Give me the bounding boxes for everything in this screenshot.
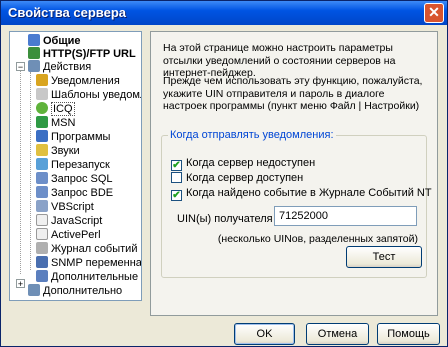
- restart-icon: [36, 158, 48, 170]
- tree-item-label: Действия: [43, 61, 92, 73]
- instructions-text: Прежде чем использовать эту функцию, пож…: [163, 75, 423, 112]
- checkbox-box[interactable]: ✔: [171, 190, 182, 201]
- actions-icon: [28, 60, 40, 72]
- event-log-icon: [36, 242, 48, 254]
- tree-item-actions[interactable]: Действия: [28, 60, 91, 74]
- tree-item-snmp[interactable]: SNMP переменна: [36, 256, 142, 270]
- tree-line: [20, 64, 21, 274]
- tree-item-url[interactable]: HTTP(S)/FTP URL: [28, 47, 136, 61]
- advanced-icon: [28, 284, 40, 296]
- general-icon: [28, 34, 40, 46]
- extra-icon: [36, 270, 48, 282]
- tree-line: [30, 72, 31, 270]
- tree-item-label: JavaScript: [51, 215, 103, 227]
- notifications-icon: [36, 74, 48, 86]
- tree-item-msn[interactable]: MSN: [36, 116, 75, 130]
- programs-icon: [36, 130, 48, 142]
- settings-tree: − + Общие HTTP(S)/FTP URL Действия Уведо…: [9, 31, 142, 301]
- tree-item-vbscript[interactable]: VBScript: [36, 200, 94, 214]
- tree-item-label: SNMP переменна: [51, 257, 142, 269]
- vbscript-icon: [36, 200, 48, 212]
- checkbox-server-down[interactable]: ✔ Когда сервер недоступен: [171, 157, 316, 171]
- tree-item-activeperl[interactable]: ActivePerl: [36, 228, 101, 242]
- tree-item-label: MSN: [51, 117, 76, 129]
- tree-item-label: Дополнительные: [51, 271, 139, 283]
- cancel-button[interactable]: Отмена: [306, 323, 369, 345]
- tree-item-label: Уведомления: [51, 75, 120, 87]
- tree-item-label: Звуки: [51, 145, 80, 157]
- checkbox-label: Когда найдено событие в Журнале Событий …: [186, 187, 432, 199]
- intro-text: На этой странице можно настроить парамет…: [163, 42, 396, 79]
- checkbox-event-log[interactable]: ✔ Когда найдено событие в Журнале Событий…: [171, 187, 432, 201]
- tree-item-notifications[interactable]: Уведомления: [36, 74, 120, 88]
- tree-item-label: Запрос SQL: [51, 173, 113, 185]
- url-icon: [28, 47, 40, 59]
- server-properties-window: Свойства сервера ✕ − + Общие HTTP(S)/FTP…: [0, 0, 448, 347]
- ok-button[interactable]: OK: [234, 323, 295, 345]
- close-button[interactable]: ✕: [424, 3, 444, 23]
- uin-label: UIN(ы) получателя: [177, 213, 273, 225]
- tree-item-label: Общие: [43, 35, 81, 47]
- help-button[interactable]: Помощь: [377, 323, 440, 345]
- title-bar[interactable]: Свойства сервера ✕: [1, 1, 447, 25]
- uin-hint: (несколько UINов, разделенных запятой): [217, 233, 418, 245]
- checkbox-label: Когда сервер доступен: [186, 172, 304, 184]
- tree-item-label: ICQ: [51, 102, 75, 116]
- actions-collapse-icon[interactable]: −: [16, 62, 25, 72]
- group-title: Когда отправлять уведомления:: [168, 129, 336, 141]
- tree-item-general[interactable]: Общие: [28, 34, 81, 48]
- snmp-icon: [36, 256, 48, 268]
- window-title: Свойства сервера: [8, 5, 127, 20]
- tree-item-label: Программы: [51, 131, 111, 143]
- tree-item-icq[interactable]: ICQ: [36, 102, 75, 116]
- tree-item-programs[interactable]: Программы: [36, 130, 110, 144]
- javascript-icon: [36, 214, 48, 226]
- tree-item-restart[interactable]: Перезапуск: [36, 158, 110, 172]
- icq-settings-panel: На этой странице можно настроить парамет…: [150, 31, 438, 316]
- tree-item-javascript[interactable]: JavaScript: [36, 214, 102, 228]
- msn-icon: [36, 116, 48, 128]
- tree-item-templates[interactable]: Шаблоны уведомл: [36, 88, 142, 102]
- tree-item-label: ActivePerl: [51, 229, 101, 241]
- checkbox-box[interactable]: ✔: [171, 160, 182, 171]
- advanced-expand-icon[interactable]: +: [16, 279, 25, 289]
- checkbox-server-up[interactable]: Когда сервер доступен: [171, 172, 303, 185]
- tree-item-advanced[interactable]: Дополнительно: [28, 284, 122, 298]
- checkbox-label: Когда сервер недоступен: [186, 157, 316, 169]
- tree-item-event-log[interactable]: Журнал событий: [36, 242, 137, 256]
- sql-icon: [36, 172, 48, 184]
- tree-item-bde[interactable]: Запрос BDE: [36, 186, 113, 200]
- templates-icon: [36, 88, 48, 100]
- uin-input[interactable]: [274, 206, 417, 226]
- tree-item-sql[interactable]: Запрос SQL: [36, 172, 113, 186]
- tree-item-label: Дополнительно: [43, 285, 123, 297]
- bde-icon: [36, 186, 48, 198]
- tree-item-label: HTTP(S)/FTP URL: [43, 48, 136, 60]
- icq-icon: [36, 102, 48, 114]
- activeperl-icon: [36, 228, 48, 240]
- tree-item-extra[interactable]: Дополнительные: [36, 270, 138, 284]
- tree-item-label: Перезапуск: [51, 159, 110, 171]
- checkbox-box[interactable]: [171, 172, 182, 183]
- test-button[interactable]: Тест: [346, 246, 422, 268]
- tree-item-sounds[interactable]: Звуки: [36, 144, 80, 158]
- tree-item-label: Шаблоны уведомл: [51, 89, 142, 101]
- tree-item-label: Журнал событий: [51, 243, 138, 255]
- tree-item-label: VBScript: [51, 201, 94, 213]
- sounds-icon: [36, 144, 48, 156]
- tree-item-label: Запрос BDE: [51, 187, 114, 199]
